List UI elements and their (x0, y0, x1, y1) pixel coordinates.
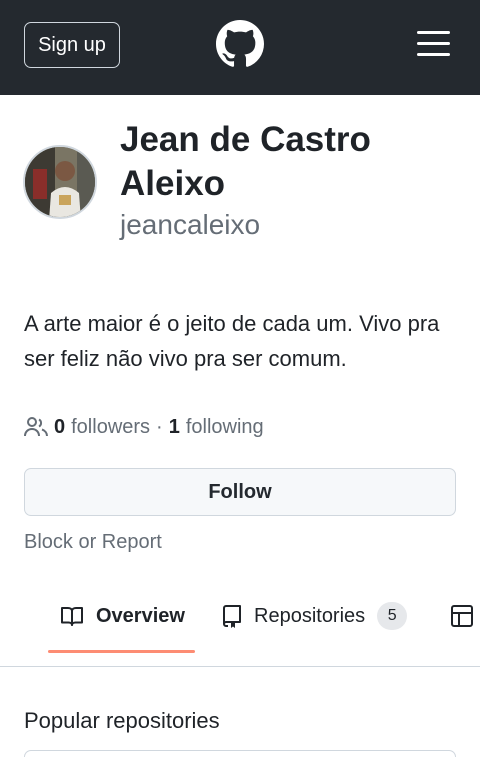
profile-tabs: Overview Repositories 5 (0, 588, 480, 667)
block-or-report-link[interactable]: Block or Report (24, 529, 162, 555)
following-link[interactable]: following (186, 416, 264, 439)
profile-bio: A arte maior é o jeito de cada um. Vivo … (24, 311, 440, 371)
followers-link[interactable]: followers (71, 416, 150, 439)
top-bar: Sign up (0, 0, 480, 95)
avatar-photo (25, 147, 95, 217)
tab-overview-label: Overview (96, 604, 185, 627)
tab-repositories[interactable]: Repositories 5 (220, 588, 408, 644)
table-icon (451, 605, 473, 627)
sign-up-button[interactable]: Sign up (24, 22, 120, 68)
avatar[interactable] (23, 145, 97, 219)
tab-repositories-label: Repositories (254, 604, 366, 627)
github-mark-icon[interactable] (216, 20, 264, 68)
people-icon (24, 417, 48, 437)
profile-full-name: Jean de Castro Aleixo (120, 120, 371, 203)
popular-repositories-title: Popular repositories (24, 708, 220, 733)
followers-count[interactable]: 0 (54, 416, 65, 439)
profile-username: jeancaleixo (120, 209, 261, 240)
following-count[interactable]: 1 (169, 416, 180, 439)
repo-card[interactable] (24, 750, 456, 757)
selected-tab-underline (48, 650, 195, 653)
repo-icon (223, 605, 241, 628)
repositories-count-badge: 5 (377, 602, 408, 630)
follow-stats: 0 followers · 1 following (24, 413, 264, 441)
tab-projects[interactable] (450, 588, 480, 644)
book-icon (61, 607, 83, 626)
tab-overview[interactable]: Overview (60, 588, 185, 644)
hamburger-menu-icon (417, 31, 450, 34)
separator-dot: · (156, 415, 163, 438)
menu-button[interactable] (415, 31, 451, 57)
follow-button[interactable]: Follow (24, 468, 456, 516)
